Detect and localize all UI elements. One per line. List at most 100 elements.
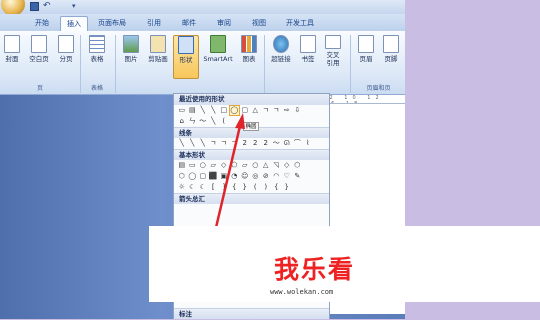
block-arc-shape-icon[interactable]: ◠ (272, 172, 282, 181)
elbow-arrow-shape-icon[interactable]: ㄱ (272, 106, 282, 115)
rectangle-shape-icon[interactable]: ▭ (188, 161, 198, 170)
hexagon-shape-icon[interactable]: ⬡ (293, 161, 303, 170)
undo-icon[interactable]: ↶ (43, 2, 52, 11)
table-button[interactable]: 表格 (86, 35, 108, 79)
page-break-button[interactable]: 分页 (55, 35, 77, 79)
freeform-shape-icon[interactable]: ᘏ (282, 139, 292, 148)
tab-references[interactable]: 引用 (140, 16, 168, 31)
triangle-shape-icon[interactable]: △ (251, 106, 261, 115)
right-paren-shape-icon[interactable]: ) (261, 183, 271, 192)
text-box-shape-icon[interactable]: ▭ (177, 106, 187, 115)
cross-reference-button[interactable]: 交叉 引用 (321, 35, 345, 79)
vertical-text-box-shape-icon[interactable]: ▤ (188, 106, 198, 115)
frame-shape-icon[interactable]: ▣ (219, 172, 229, 181)
tab-insert[interactable]: 插入 (60, 16, 88, 31)
line-shape-icon[interactable]: ╲ (198, 106, 208, 115)
page-break-icon (58, 35, 74, 53)
circle-shape-icon[interactable]: ○ (251, 161, 261, 170)
triangle-shape-icon[interactable]: △ (261, 161, 271, 170)
tab-mailings[interactable]: 邮件 (175, 16, 203, 31)
pentagon-shape-icon[interactable]: ⬠ (230, 161, 240, 170)
save-icon[interactable] (30, 2, 39, 11)
bevel-shape-icon[interactable]: ⬛ (209, 172, 219, 181)
moon-shape-icon[interactable]: ☾ (198, 183, 208, 192)
tab-view[interactable]: 视图 (245, 16, 273, 31)
curve-connector-shape-icon[interactable]: ㄣ (188, 117, 198, 126)
double-brace-shape-icon[interactable]: { (272, 183, 282, 192)
shapes-button[interactable]: 形状 (173, 35, 199, 79)
shapes-icon (178, 36, 194, 54)
arrow-line-shape-icon[interactable]: ╲ (209, 106, 219, 115)
curve-shape-icon[interactable]: 〜 (272, 139, 282, 148)
footer-icon (383, 35, 399, 53)
rectangle-shape-icon[interactable]: □ (219, 106, 229, 115)
basic-shapes-row: ▤ ▭ ○ ▱ ◇ ⬠ ▱ ○ △ ◹ ◇ ⬡ (174, 160, 329, 171)
cover-page-button[interactable]: 封面 (2, 35, 22, 79)
donut-shape-icon[interactable]: ◯ (188, 172, 198, 181)
line-shape-icon[interactable]: ╲ (209, 117, 219, 126)
lightning-shape-icon[interactable]: ✎ (293, 172, 303, 181)
double-brace-shape-icon[interactable]: } (282, 183, 292, 192)
trapezoid-shape-icon[interactable]: ▱ (240, 161, 250, 170)
group-separator (115, 35, 116, 93)
hyperlink-button[interactable]: 超链接 (268, 35, 294, 79)
rounded-rectangle-shape-icon[interactable]: ▢ (240, 106, 250, 115)
double-arrow-line-shape-icon[interactable]: ╲ (198, 139, 208, 148)
left-brace-shape-icon[interactable]: { (230, 183, 240, 192)
line-shape-icon[interactable]: ╲ (177, 139, 187, 148)
section-basic-shapes: 基本形状 (174, 149, 329, 160)
bookmark-button[interactable]: 书签 (298, 35, 318, 79)
diamond-shape-icon[interactable]: ◇ (282, 161, 292, 170)
sun-shape-icon[interactable]: ☼ (177, 183, 187, 192)
left-bracket-shape-icon[interactable]: [ (209, 183, 219, 192)
tab-developer[interactable]: 开发工具 (280, 16, 320, 31)
no-symbol-shape-icon[interactable]: ⊘ (261, 172, 271, 181)
arc-shape-icon[interactable]: ⌒ (293, 139, 303, 148)
pentagon-shape-icon[interactable]: ⌂ (177, 117, 187, 126)
header-button[interactable]: 页眉 (355, 35, 377, 79)
chart-button[interactable]: 图表 (238, 35, 260, 79)
donut-ring-shape-icon[interactable]: ◎ (251, 172, 261, 181)
curved-arrow-shape-icon[interactable]: 2 (251, 139, 261, 148)
heart-shape-icon[interactable]: ♡ (282, 172, 292, 181)
elbow-arrow-shape-icon[interactable]: ㄱ (219, 139, 229, 148)
smartart-icon (210, 35, 226, 53)
smartart-button[interactable]: SmartArt (201, 35, 235, 79)
blank-page-button[interactable]: 空白页 (26, 35, 52, 79)
freeform-shape-icon[interactable]: 〜 (198, 117, 208, 126)
right-arrow-shape-icon[interactable]: ⇨ (282, 106, 292, 115)
customize-qat-icon[interactable]: ▾ (72, 2, 81, 11)
tab-page-layout[interactable]: 页面布局 (92, 16, 132, 31)
down-arrow-shape-icon[interactable]: ⇩ (293, 106, 303, 115)
pie-shape-icon[interactable]: ◔ (230, 172, 240, 181)
arrow-line-shape-icon[interactable]: ╲ (188, 139, 198, 148)
elbow-double-arrow-shape-icon[interactable]: ㄱ (230, 139, 240, 148)
clip-art-button[interactable]: 剪贴画 (145, 35, 171, 79)
scribble-shape-icon[interactable]: ⌇ (303, 139, 313, 148)
elbow-connector-shape-icon[interactable]: ㄱ (209, 139, 219, 148)
parallelogram-shape-icon[interactable]: ▱ (209, 161, 219, 170)
right-bracket-shape-icon[interactable]: ] (219, 183, 229, 192)
group-header-footer-label: 页眉和页 (366, 85, 391, 92)
diamond-shape-icon[interactable]: ◇ (219, 161, 229, 170)
right-brace-shape-icon[interactable]: } (240, 183, 250, 192)
tab-home[interactable]: 开始 (28, 16, 56, 31)
oval-shape-icon[interactable]: ○ (198, 161, 208, 170)
curved-connector-shape-icon[interactable]: 2 (240, 139, 250, 148)
tab-review[interactable]: 审阅 (210, 16, 238, 31)
octagon-shape-icon[interactable]: ⬡ (177, 172, 187, 181)
chart-icon (241, 35, 257, 53)
footer-button[interactable]: 页脚 (380, 35, 402, 79)
elbow-connector-shape-icon[interactable]: ㄱ (261, 106, 271, 115)
smiley-face-shape-icon[interactable]: ☺ (240, 172, 250, 181)
left-paren-shape-icon[interactable]: ( (251, 183, 261, 192)
group-pages-label: 页 (36, 85, 43, 92)
right-triangle-shape-icon[interactable]: ◹ (272, 161, 282, 170)
cube-shape-icon[interactable]: ▢ (198, 172, 208, 181)
moon-shape-icon[interactable]: ☾ (188, 183, 198, 192)
curved-double-arrow-shape-icon[interactable]: 2 (261, 139, 271, 148)
bracket-shape-icon[interactable]: ( (219, 117, 229, 126)
text-box-shape-icon[interactable]: ▤ (177, 161, 187, 170)
oval-shape-icon[interactable]: ◯ (228, 105, 240, 116)
picture-button[interactable]: 图片 (120, 35, 142, 79)
